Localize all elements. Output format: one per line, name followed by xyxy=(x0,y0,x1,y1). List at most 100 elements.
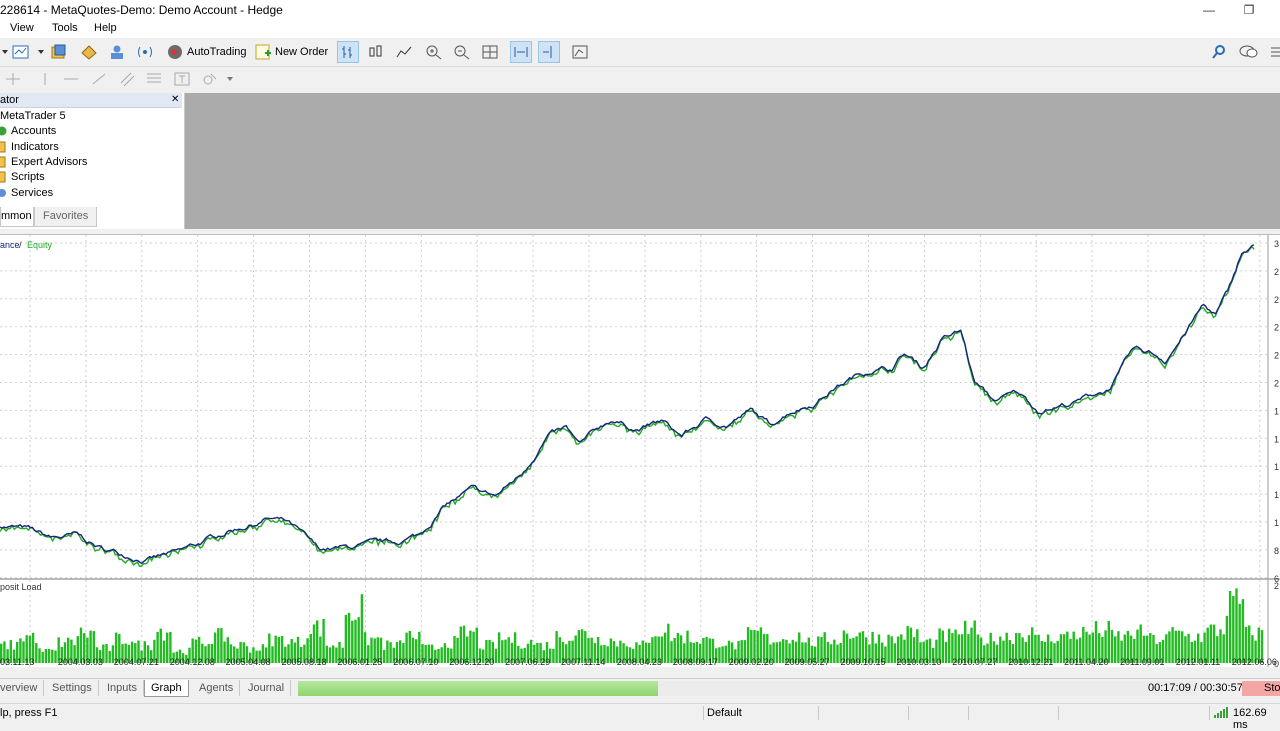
services-icon xyxy=(0,188,6,197)
restore-button[interactable]: ❐ xyxy=(1226,0,1272,20)
load-tick-label: 2 xyxy=(1274,581,1279,591)
test-timer: 00:17:09 / 00:30:57 xyxy=(1148,682,1243,694)
load-bar xyxy=(494,648,498,663)
account-icon[interactable] xyxy=(106,41,128,63)
close-icon[interactable]: ✕ xyxy=(171,94,179,105)
tile-windows-icon[interactable] xyxy=(479,41,501,63)
tab-overview[interactable]: verview xyxy=(0,680,45,696)
menu-icon[interactable] xyxy=(1266,41,1280,63)
load-bar xyxy=(948,628,951,663)
navigator-title: ator xyxy=(0,94,19,106)
search-icon[interactable] xyxy=(1208,41,1230,63)
zoom-in-icon[interactable] xyxy=(423,41,445,63)
text-tool-icon[interactable] xyxy=(171,68,193,90)
chat-icon[interactable] xyxy=(1238,41,1260,63)
tab-graph[interactable]: Graph xyxy=(144,680,189,697)
load-bar xyxy=(887,634,890,663)
tab-settings[interactable]: Settings xyxy=(46,680,99,696)
legend-separator: / xyxy=(19,240,22,250)
x-tick-label: 2010.12.21 xyxy=(1008,657,1053,667)
zoom-out-icon[interactable] xyxy=(451,41,473,63)
x-tick-label: 2007.11.14 xyxy=(561,657,605,667)
load-bar xyxy=(383,649,386,663)
bar-chart-icon[interactable] xyxy=(337,41,359,63)
legend-equity: Equity xyxy=(27,240,53,250)
status-separator xyxy=(703,706,704,720)
y-tick-label: 2 xyxy=(1274,323,1279,333)
load-bar xyxy=(41,652,44,663)
chart-shift-icon[interactable] xyxy=(538,41,560,63)
y-tick-label: 1 xyxy=(1274,462,1279,472)
x-tick-label: 2005.08.18 xyxy=(282,657,327,667)
x-tick-label: 2009.10.15 xyxy=(841,657,886,667)
autoscroll-icon[interactable] xyxy=(510,41,532,63)
menu-help[interactable]: Help xyxy=(90,22,121,34)
tab-journal[interactable]: Journal xyxy=(242,680,292,696)
nav-item-label: Accounts xyxy=(11,124,57,137)
new-order-button[interactable]: New Order xyxy=(254,41,328,63)
x-tick-label: 2010.03.10 xyxy=(896,657,941,667)
autotrading-button[interactable]: AutoTrading xyxy=(166,41,247,63)
nav-item-indicators[interactable]: Indicators xyxy=(0,139,59,154)
load-bar xyxy=(332,645,335,663)
nav-item-scripts[interactable]: Scripts xyxy=(0,169,45,184)
nav-item-label: Indicators xyxy=(11,140,59,153)
crosshair-icon[interactable] xyxy=(2,68,24,90)
load-bar xyxy=(35,643,38,663)
horizontal-line-icon[interactable] xyxy=(60,68,82,90)
tester-graph: 3 2 2 2 2 2 1 1 1 1 1 8 6 2 0 ance / Equity posit Load 03… xyxy=(0,234,1280,669)
menu-view[interactable]: View xyxy=(6,22,38,34)
scripts-icon xyxy=(0,171,6,182)
templates-icon[interactable] xyxy=(569,41,591,63)
load-bar xyxy=(667,623,670,663)
x-tick-label: 2005.04.08 xyxy=(226,657,271,667)
status-separator xyxy=(1209,706,1210,720)
load-bar xyxy=(609,638,613,663)
load-bar xyxy=(166,632,169,663)
channel-icon[interactable] xyxy=(116,68,138,90)
load-bar xyxy=(497,632,501,663)
metaeditor-icon[interactable] xyxy=(78,41,100,63)
y-tick-label: 3 xyxy=(1274,239,1279,249)
menu-bar: View Tools Help xyxy=(0,20,1280,38)
x-tick-label: 2008.04.23 xyxy=(617,657,662,667)
market-watch-icon[interactable] xyxy=(10,41,32,63)
stop-button[interactable]: Sto xyxy=(1242,681,1280,696)
nav-item-label: Services xyxy=(11,186,54,199)
x-tick-label: 2006.01.25 xyxy=(337,657,382,667)
load-bar xyxy=(54,650,57,663)
tab-inputs[interactable]: Inputs xyxy=(101,680,144,696)
x-tick-label: 2012.06.06 xyxy=(1232,657,1277,667)
progress-fill xyxy=(298,681,658,696)
load-bar xyxy=(105,644,108,663)
workspace-background xyxy=(185,93,1280,229)
signal-icon[interactable] xyxy=(134,41,156,63)
load-bar xyxy=(724,645,727,663)
candlestick-icon[interactable] xyxy=(365,41,387,63)
load-bar xyxy=(778,641,782,663)
line-chart-icon[interactable] xyxy=(393,41,415,63)
load-bar xyxy=(1232,596,1235,663)
tab-common[interactable]: mmon xyxy=(0,207,34,227)
tab-agents[interactable]: Agents xyxy=(193,680,241,696)
trendline-icon[interactable] xyxy=(88,68,110,90)
accounts-icon xyxy=(0,126,7,135)
menu-tools[interactable]: Tools xyxy=(48,22,82,34)
vertical-line-icon[interactable] xyxy=(34,68,56,90)
nav-item-services[interactable]: Services xyxy=(0,185,53,200)
shapes-icon[interactable] xyxy=(199,68,221,90)
load-bar xyxy=(1002,640,1005,663)
load-bar xyxy=(1225,615,1229,663)
tab-favorites[interactable]: Favorites xyxy=(34,207,98,227)
fibonacci-icon[interactable] xyxy=(143,68,165,90)
nav-item-expert-advisors[interactable]: Expert Advisors xyxy=(0,154,87,169)
nav-item-metatrader[interactable]: MetaTrader 5 xyxy=(0,108,66,123)
dropdown-arrow-icon[interactable] xyxy=(219,68,241,90)
navigator-tabs: mmon Favorites xyxy=(0,207,98,227)
profiles-icon[interactable] xyxy=(48,41,70,63)
balance-equity-chart: 322222111118620ance / Equityposit Load03… xyxy=(0,235,1280,669)
test-progress-bar xyxy=(298,681,1198,696)
load-bar xyxy=(718,647,721,663)
nav-item-accounts[interactable]: Accounts xyxy=(0,123,56,138)
load-bar xyxy=(1228,591,1232,663)
